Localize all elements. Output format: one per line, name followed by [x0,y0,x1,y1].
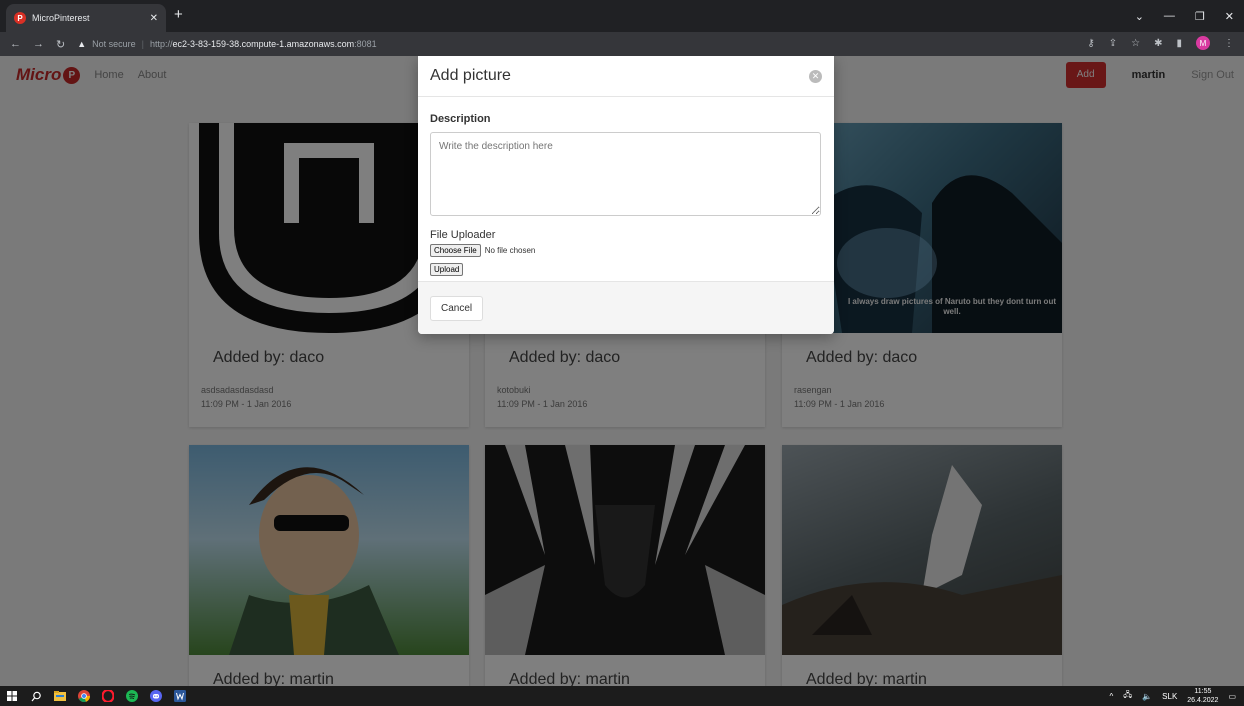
minimize-icon[interactable]: — [1164,10,1175,22]
file-uploader-label: File Uploader [430,229,496,241]
file-input-row: Choose File No file chosen [430,244,822,257]
extensions-icon[interactable]: ✱ [1154,38,1162,49]
not-secure-label: Not secure [92,39,136,49]
forward-icon[interactable]: → [33,38,44,50]
close-icon[interactable]: ✕ [809,69,822,83]
pinterest-favicon-icon: P [14,12,26,24]
cancel-button[interactable]: Cancel [430,295,484,321]
modal-body: Description File Uploader Choose File No… [418,97,834,277]
add-picture-modal: Add picture ✕ Description File Uploader … [418,56,834,334]
windows-start-icon[interactable] [0,686,24,706]
menu-icon[interactable]: ⋮ [1224,38,1234,49]
back-icon[interactable]: ← [10,38,21,50]
file-status: No file chosen [484,246,536,255]
language-indicator[interactable]: SLK [1162,692,1177,701]
windows-taskbar: ^ 🖧 🔈 SLK 11:55 26.4.2022 ▭ [0,686,1244,706]
reload-icon[interactable]: ↻ [56,38,65,51]
star-icon[interactable]: ☆ [1131,38,1140,49]
key-icon[interactable]: ⚷ [1087,38,1094,49]
description-label: Description [430,113,491,125]
volume-icon[interactable]: 🔈 [1142,692,1152,701]
warning-icon: ▲ [77,39,87,49]
file-explorer-icon[interactable] [48,686,72,706]
browser-tab[interactable]: P MicroPinterest ✕ [6,4,166,32]
restore-icon[interactable]: ❐ [1195,10,1205,23]
browser-toolbar-icons: ⚷ ⇪ ☆ ✱ ▮ M ⋮ [1087,36,1234,50]
opera-icon[interactable] [96,686,120,706]
close-icon[interactable]: ✕ [150,13,158,24]
new-tab-button[interactable]: + [174,6,183,24]
browser-tab-bar: P MicroPinterest ✕ + ⌄ — ❐ ✕ [0,0,1244,32]
system-tray: ^ 🖧 🔈 SLK 11:55 26.4.2022 ▭ [1110,686,1237,706]
address-bar: ← → ↻ ▲ Not secure | http://ec2-3-83-159… [0,32,1244,56]
upload-button[interactable]: Upload [430,263,464,276]
url-separator: | [141,39,145,49]
clock-date: 26.4.2022 [1187,697,1219,704]
clock[interactable]: 11:55 26.4.2022 [1187,687,1218,705]
modal-footer: Cancel [418,281,834,334]
chrome-icon[interactable] [72,686,96,706]
share-icon[interactable]: ⇪ [1109,38,1117,49]
description-input[interactable] [430,132,821,216]
word-icon[interactable] [168,686,192,706]
url-text: http://ec2-3-83-159-38.compute-1.amazona… [150,39,377,49]
choose-file-button[interactable]: Choose File [430,244,481,257]
window-controls: ⌄ — ❐ ✕ [1135,0,1244,32]
modal-header: Add picture ✕ [418,56,834,97]
search-icon[interactable] [24,686,48,706]
page-content: MicroP Home About Add martin Sign Out Ad… [0,56,1244,686]
sidepanel-icon[interactable]: ▮ [1176,38,1182,49]
url-field[interactable]: ▲ Not secure | http://ec2-3-83-159-38.co… [77,35,457,53]
close-window-icon[interactable]: ✕ [1225,10,1234,23]
network-icon[interactable]: 🖧 [1123,689,1132,703]
spotify-icon[interactable] [120,686,144,706]
clock-time: 11:55 [1194,688,1212,695]
modal-title: Add picture [430,67,511,84]
notifications-icon[interactable]: ▭ [1228,692,1236,701]
tab-title: MicroPinterest [32,13,90,23]
chevron-up-icon[interactable]: ^ [1110,692,1114,701]
chevron-down-icon[interactable]: ⌄ [1135,10,1144,23]
discord-icon[interactable] [144,686,168,706]
profile-avatar[interactable]: M [1196,36,1210,50]
